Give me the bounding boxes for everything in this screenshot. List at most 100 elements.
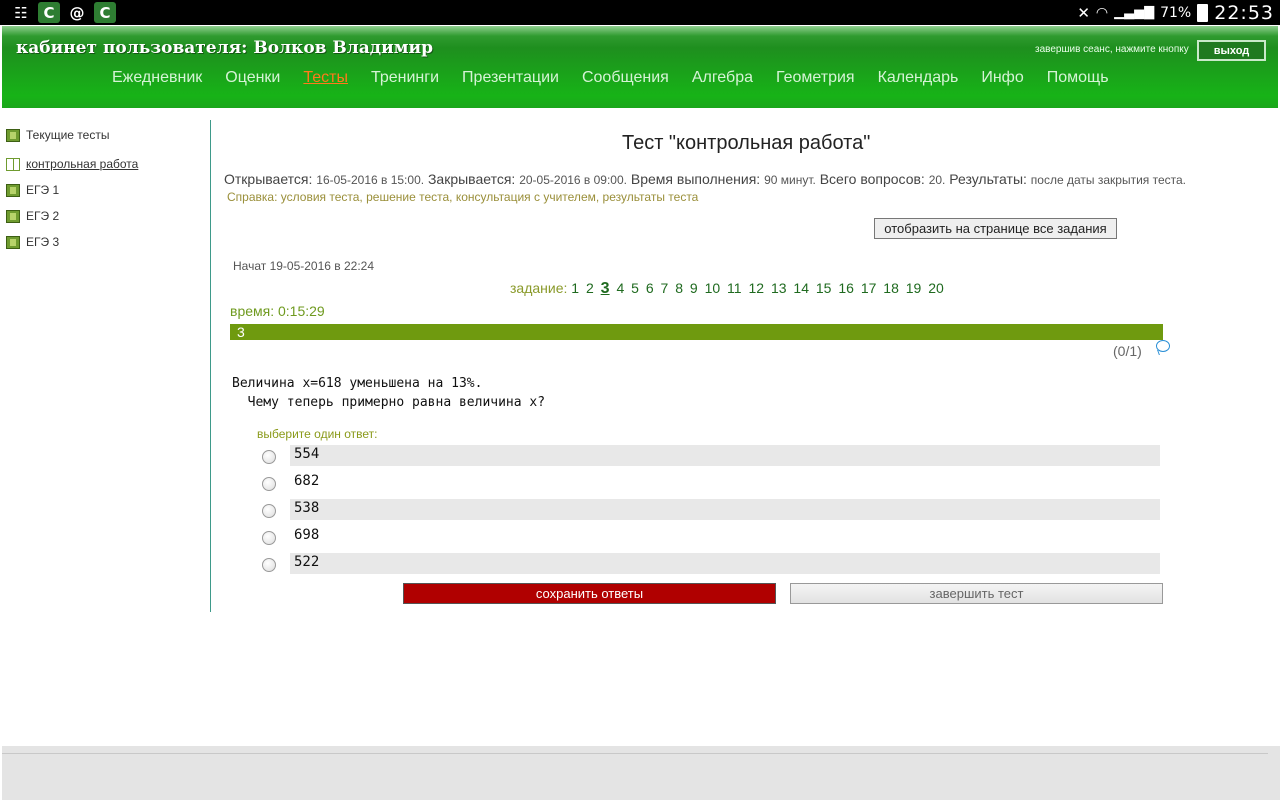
choose-one-label: выберите один ответ: — [257, 427, 378, 441]
nav-item-5[interactable]: Сообщения — [582, 69, 669, 87]
wifi-icon: ◠ — [1095, 4, 1109, 21]
session-hint: завершив сеанс, нажмите кнопку — [1035, 44, 1189, 55]
answer-text: 682 — [294, 473, 320, 489]
answer-radio[interactable] — [262, 531, 276, 545]
question-number-bar: 3 — [230, 324, 1163, 340]
nav-item-4[interactable]: Презентации — [462, 69, 559, 87]
app-c-icon: C — [38, 2, 60, 23]
nav-item-0[interactable]: Ежедневник — [112, 69, 202, 87]
nav-item-9[interactable]: Инфо — [981, 69, 1023, 87]
android-status-bar: ☷ C @ C ✕ ◠ ▁▃▅▇ 71% 22:53 — [0, 0, 1280, 25]
question-score: (0/1) — [1113, 343, 1142, 359]
task-navigation: задание: 1 2 3 4 5 6 7 8 9 10 11 12 13 1… — [510, 280, 947, 298]
mute-icon: ✕ — [1077, 3, 1090, 22]
battery-percent: 71% — [1160, 4, 1192, 21]
comment-bubble-icon[interactable] — [1156, 340, 1170, 352]
started-time: Начат 19-05-2016 в 22:24 — [233, 259, 375, 273]
nav-item-3[interactable]: Тренинги — [371, 69, 439, 87]
task-link-15[interactable]: 15 — [816, 280, 832, 296]
sidebar: Текущие тесты контрольная работа ЕГЭ 1 ЕГЭ … — [0, 120, 211, 612]
nav-item-2[interactable]: Тесты — [303, 69, 348, 87]
question-text: Величина x=618 уменьшена на 13%. Чему те… — [232, 376, 546, 410]
timer: время: 0:15:29 — [230, 303, 325, 319]
task-link-1[interactable]: 1 — [571, 280, 579, 296]
answer-option: 682 — [262, 472, 1160, 499]
footer-divider — [2, 753, 1268, 754]
sidebar-item-label: ЕГЭ 1 — [26, 183, 60, 197]
answer-options: 554 682 538 698 522 — [262, 445, 1160, 580]
task-link-2[interactable]: 2 — [586, 280, 594, 296]
clock: 22:53 — [1214, 1, 1274, 24]
answer-text: 522 — [290, 553, 1160, 574]
answer-radio[interactable] — [262, 558, 276, 572]
answer-radio[interactable] — [262, 504, 276, 518]
help-link-consultation[interactable]: консультация с учителем — [456, 190, 596, 204]
nav-item-10[interactable]: Помощь — [1047, 69, 1109, 87]
user-cabinet-title: кабинет пользователя: Волков Владимир — [16, 38, 433, 58]
book-icon — [6, 128, 20, 142]
help-link-conditions[interactable]: условия теста — [281, 190, 360, 204]
task-link-4[interactable]: 4 — [616, 280, 624, 296]
task-link-7[interactable]: 7 — [661, 280, 669, 296]
task-link-13[interactable]: 13 — [771, 280, 787, 296]
save-answers-button[interactable]: сохранить ответы — [403, 583, 776, 604]
test-title: Тест "контрольная работа" — [622, 132, 871, 154]
opens-value: 16-05-2016 в 15:00. — [316, 173, 425, 187]
answer-option: 698 — [262, 526, 1160, 553]
answer-option: 522 — [262, 553, 1160, 580]
nav-item-7[interactable]: Геометрия — [776, 69, 855, 87]
help-link-solution[interactable]: решение теста — [366, 190, 449, 204]
book-icon — [6, 209, 20, 223]
task-link-11[interactable]: 11 — [727, 280, 742, 296]
task-link-8[interactable]: 8 — [675, 280, 683, 296]
task-link-3[interactable]: 3 — [601, 280, 610, 297]
answer-text: 538 — [290, 499, 1160, 520]
answer-radio[interactable] — [262, 477, 276, 491]
task-link-12[interactable]: 12 — [748, 280, 764, 296]
nav-item-1[interactable]: Оценки — [225, 69, 280, 87]
sidebar-item-3[interactable]: ЕГЭ 2 — [6, 209, 59, 223]
help-links: Справка: условия теста, решение теста, к… — [227, 190, 699, 204]
page-footer — [2, 746, 1280, 800]
answer-option: 538 — [262, 499, 1160, 526]
sidebar-item-0[interactable]: Текущие тесты — [6, 128, 109, 142]
sidebar-item-label: Текущие тесты — [26, 128, 110, 142]
closes-value: 20-05-2016 в 09:00. — [519, 173, 627, 187]
email-at-icon: @ — [69, 3, 85, 22]
sidebar-item-1[interactable]: контрольная работа — [6, 157, 138, 171]
task-link-9[interactable]: 9 — [690, 280, 698, 296]
sidebar-item-4[interactable]: ЕГЭ 3 — [6, 235, 59, 249]
task-link-19[interactable]: 19 — [906, 280, 922, 296]
book-icon — [6, 183, 20, 197]
show-all-tasks-button[interactable]: отобразить на странице все задания — [874, 218, 1117, 239]
open-book-icon — [6, 157, 20, 171]
answer-radio[interactable] — [262, 450, 276, 464]
sidebar-item-label: ЕГЭ 3 — [26, 235, 60, 249]
test-info: Открывается: 16-05-2016 в 15:00. Закрыва… — [224, 171, 1187, 187]
site-header: кабинет пользователя: Волков Владимир за… — [2, 26, 1278, 108]
task-link-20[interactable]: 20 — [928, 280, 944, 296]
battery-icon — [1197, 3, 1209, 22]
sidebar-item-label: ЕГЭ 2 — [26, 209, 60, 223]
duration-value: 90 минут. — [764, 173, 816, 187]
task-link-10[interactable]: 10 — [705, 280, 721, 296]
questions-value: 20. — [928, 173, 946, 187]
clear-notifications-icon: ☷ — [14, 3, 28, 22]
task-link-6[interactable]: 6 — [646, 280, 654, 296]
task-link-5[interactable]: 5 — [631, 280, 639, 296]
sidebar-item-2[interactable]: ЕГЭ 1 — [6, 183, 59, 197]
finish-test-button[interactable]: завершить тест — [790, 583, 1163, 604]
main-nav: Ежедневник Оценки Тесты Тренинги Презентации… — [112, 69, 1132, 87]
results-value: после даты закрытия теста. — [1030, 173, 1187, 187]
task-link-14[interactable]: 14 — [793, 280, 809, 296]
task-link-16[interactable]: 16 — [838, 280, 854, 296]
task-link-17[interactable]: 17 — [861, 280, 877, 296]
help-link-results[interactable]: результаты теста — [603, 190, 699, 204]
nav-item-8[interactable]: Календарь — [878, 69, 959, 87]
task-link-18[interactable]: 18 — [883, 280, 899, 296]
logout-button[interactable]: выход — [1197, 40, 1266, 61]
answer-text: 554 — [290, 445, 1160, 466]
sidebar-item-label: контрольная работа — [26, 157, 139, 171]
signal-icon: ▁▃▅▇ — [1114, 5, 1155, 20]
nav-item-6[interactable]: Алгебра — [692, 69, 753, 87]
